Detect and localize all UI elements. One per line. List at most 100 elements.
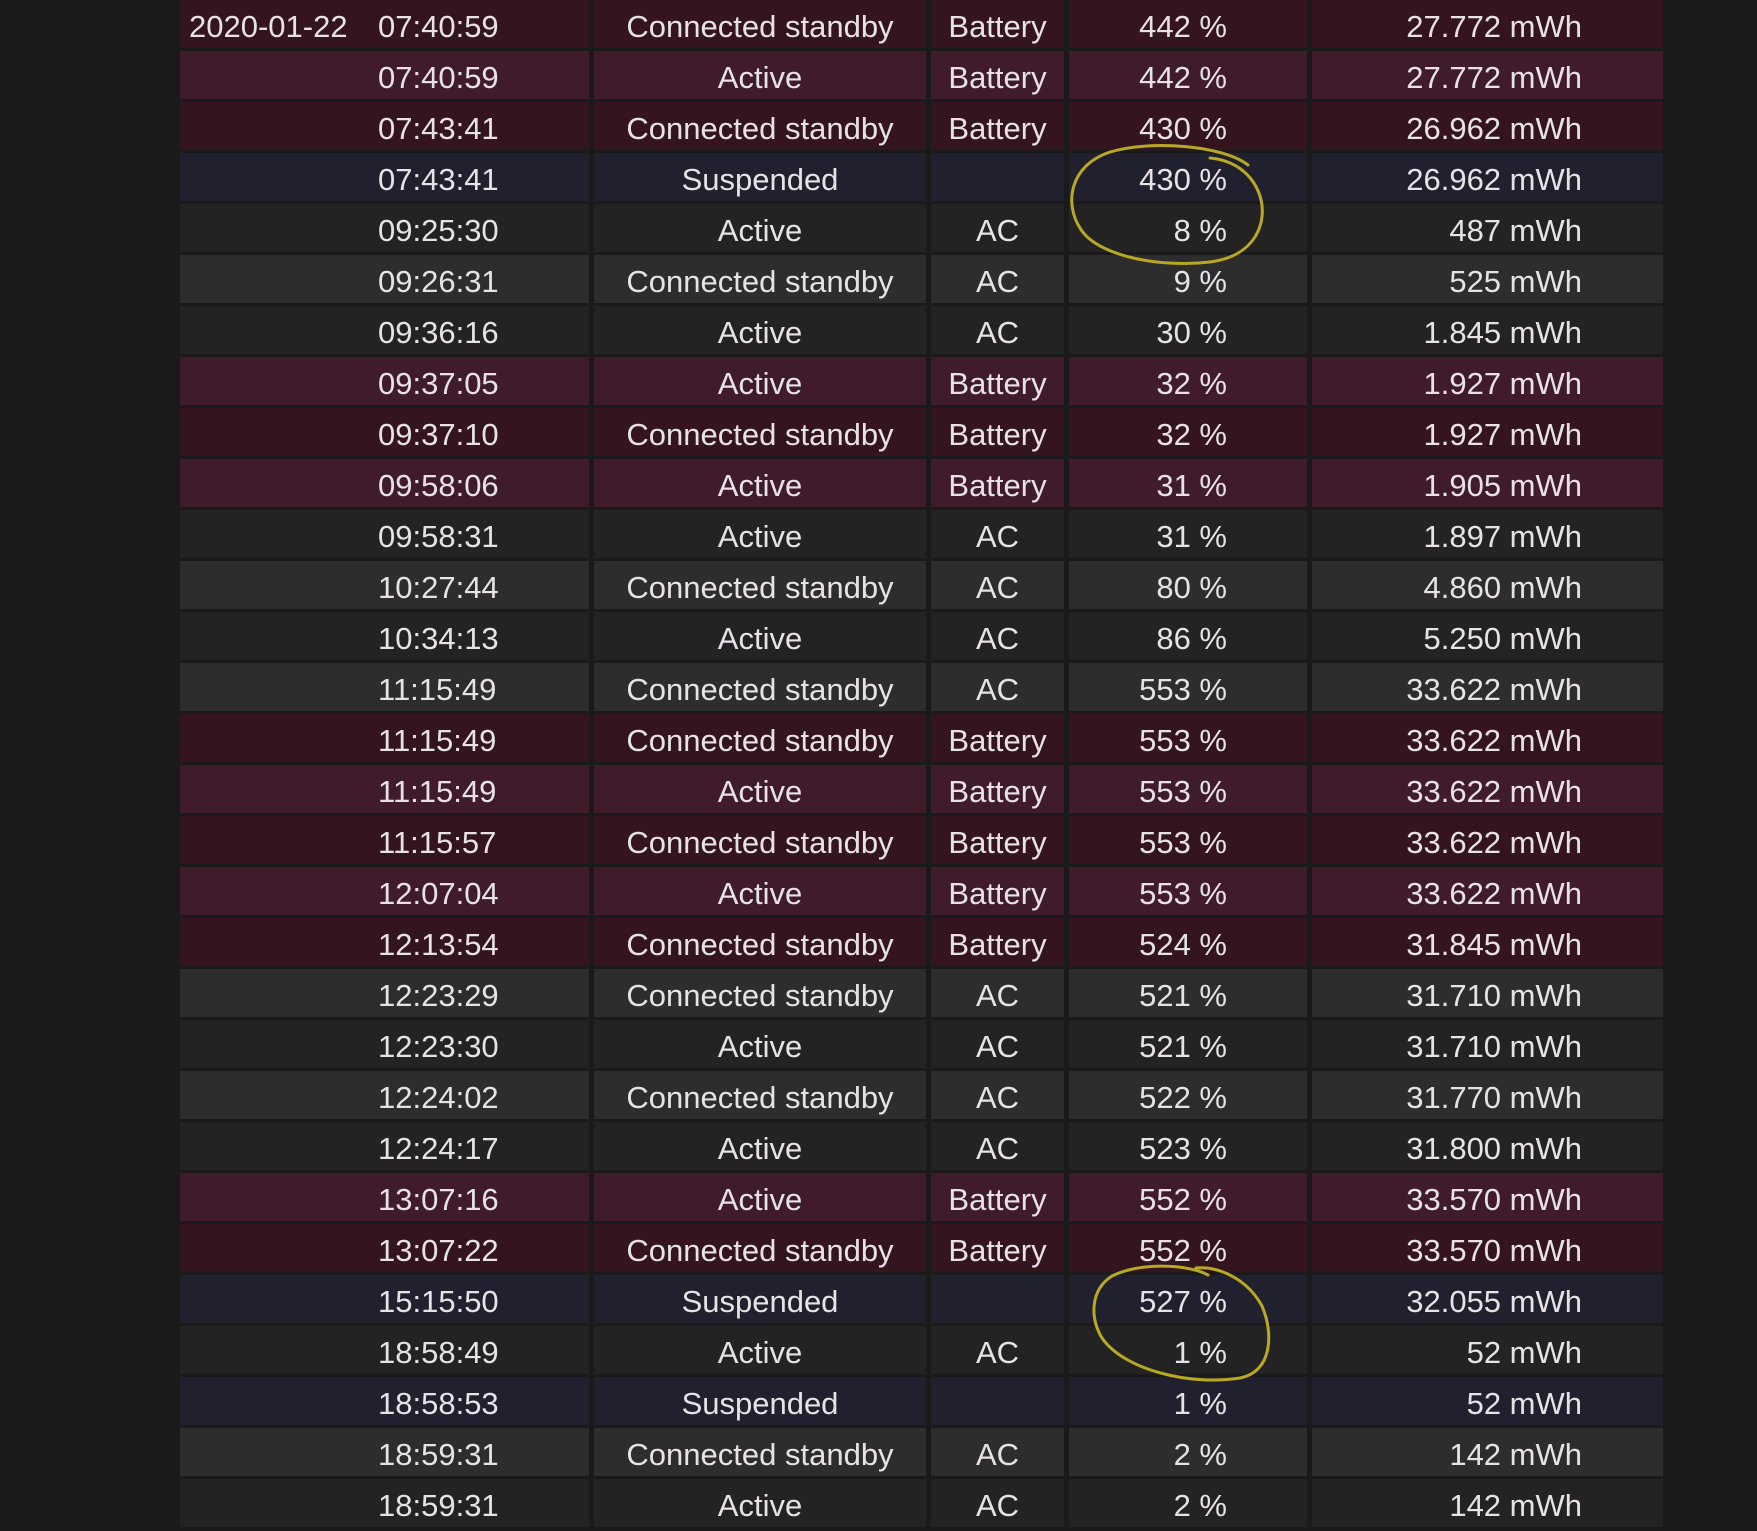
capacity-percent-cell: 524 % xyxy=(1069,918,1307,966)
table-row: 12:23:29 Connected standby AC 521 % 31.710 m… xyxy=(180,969,1668,1017)
capacity-percent-cell: 523 % xyxy=(1069,1122,1307,1170)
capacity-percent-cell: 553 % xyxy=(1069,816,1307,864)
table-row: 13:07:16 Active Battery 552 % 33.570 mWh xyxy=(180,1173,1668,1221)
date-cell xyxy=(180,867,370,915)
time-cell: 07:43:41 xyxy=(370,153,589,201)
capacity-percent-cell: 9 % xyxy=(1069,255,1307,303)
capacity-percent-cell: 1 % xyxy=(1069,1377,1307,1425)
state-cell: Suspended xyxy=(594,1377,926,1425)
source-cell: Battery xyxy=(931,0,1064,48)
state-cell: Connected standby xyxy=(594,714,926,762)
source-cell: AC xyxy=(931,1326,1064,1374)
time-cell: 12:23:29 xyxy=(370,969,589,1017)
source-cell: AC xyxy=(931,612,1064,660)
time-cell: 09:25:30 xyxy=(370,204,589,252)
capacity-cell: 1.897 mWh xyxy=(1312,510,1663,558)
source-cell: Battery xyxy=(931,867,1064,915)
time-cell: 15:15:50 xyxy=(370,1275,589,1323)
date-cell xyxy=(180,918,370,966)
source-cell: Battery xyxy=(931,102,1064,150)
date-cell xyxy=(180,1275,370,1323)
capacity-cell: 31.845 mWh xyxy=(1312,918,1663,966)
table-row: 07:43:41 Suspended 430 % 26.962 mWh xyxy=(180,153,1668,201)
table-row: 12:24:02 Connected standby AC 522 % 31.770 m… xyxy=(180,1071,1668,1119)
capacity-cell: 33.622 mWh xyxy=(1312,765,1663,813)
date-cell xyxy=(180,459,370,507)
table-row: 09:58:31 Active AC 31 % 1.897 mWh xyxy=(180,510,1668,558)
capacity-percent-cell: 1 % xyxy=(1069,1326,1307,1374)
source-cell: Battery xyxy=(931,714,1064,762)
capacity-cell: 33.622 mWh xyxy=(1312,663,1663,711)
time-cell: 12:07:04 xyxy=(370,867,589,915)
time-cell: 09:37:10 xyxy=(370,408,589,456)
date-cell xyxy=(180,765,370,813)
date-cell: 2020-01-22 xyxy=(180,0,370,48)
capacity-percent-cell: 32 % xyxy=(1069,357,1307,405)
time-cell: 09:37:05 xyxy=(370,357,589,405)
date-cell xyxy=(180,1428,370,1476)
state-cell: Connected standby xyxy=(594,1224,926,1272)
source-cell xyxy=(931,153,1064,201)
time-cell: 18:59:31 xyxy=(370,1428,589,1476)
table-row: 18:58:49 Active AC 1 % 52 mWh xyxy=(180,1326,1668,1374)
capacity-cell: 26.962 mWh xyxy=(1312,153,1663,201)
capacity-cell: 142 mWh xyxy=(1312,1479,1663,1527)
date-cell xyxy=(180,1479,370,1527)
capacity-percent-cell: 86 % xyxy=(1069,612,1307,660)
time-cell: 11:15:49 xyxy=(370,765,589,813)
state-cell: Active xyxy=(594,1173,926,1221)
time-cell: 12:23:30 xyxy=(370,1020,589,1068)
time-cell: 12:24:17 xyxy=(370,1122,589,1170)
state-cell: Suspended xyxy=(594,1275,926,1323)
table-row: 10:27:44 Connected standby AC 80 % 4.860 mWh xyxy=(180,561,1668,609)
state-cell: Connected standby xyxy=(594,102,926,150)
table-row: 12:13:54 Connected standby Battery 524 % 31.… xyxy=(180,918,1668,966)
table-row: 10:34:13 Active AC 86 % 5.250 mWh xyxy=(180,612,1668,660)
table-row: 07:40:59 Active Battery 442 % 27.772 mWh xyxy=(180,51,1668,99)
capacity-percent-cell: 2 % xyxy=(1069,1479,1307,1527)
time-cell: 09:36:16 xyxy=(370,306,589,354)
time-cell: 09:58:31 xyxy=(370,510,589,558)
source-cell: Battery xyxy=(931,765,1064,813)
source-cell: AC xyxy=(931,1428,1064,1476)
capacity-percent-cell: 32 % xyxy=(1069,408,1307,456)
table-row: 11:15:57 Connected standby Battery 553 % 33.… xyxy=(180,816,1668,864)
date-cell xyxy=(180,510,370,558)
capacity-cell: 31.770 mWh xyxy=(1312,1071,1663,1119)
capacity-cell: 1.927 mWh xyxy=(1312,408,1663,456)
date-cell xyxy=(180,153,370,201)
table-row: 09:25:30 Active AC 8 % 487 mWh xyxy=(180,204,1668,252)
capacity-cell: 525 mWh xyxy=(1312,255,1663,303)
table-row: 18:58:53 Suspended 1 % 52 mWh xyxy=(180,1377,1668,1425)
table-row: 12:24:17 Active AC 523 % 31.800 mWh xyxy=(180,1122,1668,1170)
date-cell xyxy=(180,612,370,660)
source-cell: Battery xyxy=(931,408,1064,456)
state-cell: Suspended xyxy=(594,153,926,201)
table-row: 09:36:16 Active AC 30 % 1.845 mWh xyxy=(180,306,1668,354)
source-cell: Battery xyxy=(931,1173,1064,1221)
table-row: 2020-01-22 07:40:59 Connected standby Batte… xyxy=(180,0,1668,48)
capacity-cell: 33.622 mWh xyxy=(1312,816,1663,864)
capacity-cell: 31.710 mWh xyxy=(1312,1020,1663,1068)
table-row: 18:59:31 Connected standby AC 2 % 142 mWh xyxy=(180,1428,1668,1476)
capacity-cell: 52 mWh xyxy=(1312,1326,1663,1374)
state-cell: Connected standby xyxy=(594,0,926,48)
source-cell: Battery xyxy=(931,918,1064,966)
source-cell: AC xyxy=(931,204,1064,252)
table-row: 12:07:04 Active Battery 553 % 33.622 mWh xyxy=(180,867,1668,915)
state-cell: Active xyxy=(594,510,926,558)
capacity-cell: 33.570 mWh xyxy=(1312,1173,1663,1221)
capacity-cell: 4.860 mWh xyxy=(1312,561,1663,609)
table-row: 09:58:06 Active Battery 31 % 1.905 mWh xyxy=(180,459,1668,507)
state-cell: Active xyxy=(594,306,926,354)
date-cell xyxy=(180,357,370,405)
state-cell: Active xyxy=(594,1479,926,1527)
time-cell: 18:58:53 xyxy=(370,1377,589,1425)
date-cell xyxy=(180,306,370,354)
source-cell: AC xyxy=(931,561,1064,609)
capacity-percent-cell: 521 % xyxy=(1069,1020,1307,1068)
source-cell: AC xyxy=(931,1479,1064,1527)
table-row: 09:37:10 Connected standby Battery 32 % 1.92… xyxy=(180,408,1668,456)
state-cell: Connected standby xyxy=(594,1071,926,1119)
date-cell xyxy=(180,204,370,252)
